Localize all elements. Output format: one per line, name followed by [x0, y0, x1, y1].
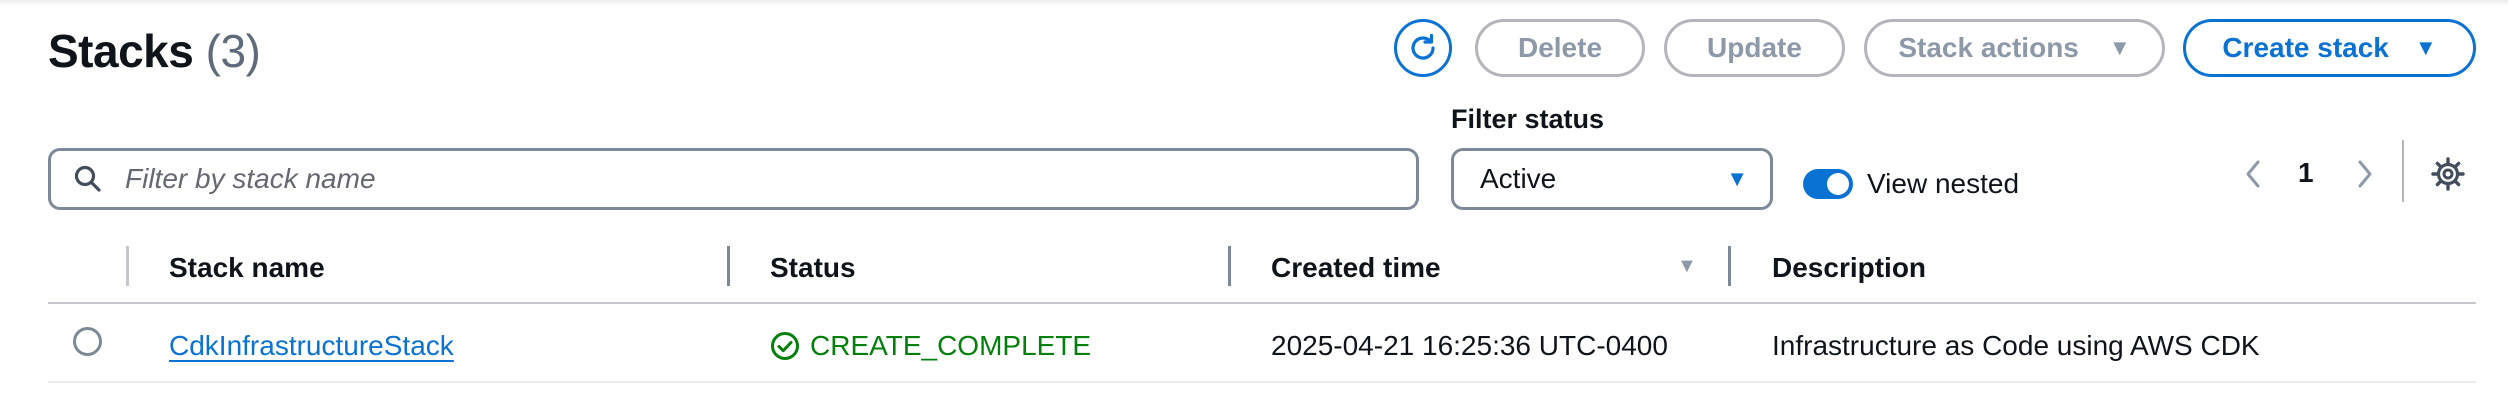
stack-actions-label: Stack actions	[1898, 32, 2079, 63]
row-select-radio[interactable]	[73, 327, 102, 356]
view-nested-toggle[interactable]	[1803, 169, 1853, 199]
stack-actions-button[interactable]: Stack actions ▼	[1864, 19, 2165, 77]
column-header-description[interactable]: Description	[1772, 252, 1926, 284]
preferences-button[interactable]	[2428, 154, 2468, 194]
view-nested-label: View nested	[1867, 168, 2020, 199]
create-stack-label: Create stack	[2222, 32, 2389, 63]
caret-down-icon: ▼	[2414, 35, 2437, 60]
dropdown-caret-icon: ▼	[1726, 166, 1748, 191]
current-page-number[interactable]: 1	[2298, 157, 2314, 189]
column-resizer[interactable]	[727, 246, 730, 286]
next-page-button[interactable]	[2350, 154, 2380, 194]
stack-status-text: CREATE_COMPLETE	[810, 330, 1092, 361]
search-icon	[74, 165, 101, 192]
search-box[interactable]	[48, 148, 1419, 210]
toggle-knob	[1827, 173, 1849, 195]
sort-descending-icon[interactable]: ▼	[1677, 255, 1697, 278]
caret-down-icon: ▼	[2108, 35, 2131, 60]
header-divider	[48, 302, 2476, 304]
column-divider	[126, 246, 129, 286]
delete-button[interactable]: Delete	[1475, 19, 1645, 77]
description-value: Infrastructure as Code using AWS CDK	[1772, 330, 2260, 361]
created-time-value: 2025-04-21 16:25:36 UTC-0400	[1271, 330, 1668, 361]
pagination-divider	[2402, 140, 2404, 202]
column-header-stack-name[interactable]: Stack name	[169, 252, 325, 284]
chevron-left-icon	[2246, 160, 2260, 188]
stack-name-link[interactable]: CdkInfrastructureStack	[169, 330, 454, 362]
refresh-button[interactable]	[1394, 19, 1452, 77]
filter-status-value: Active	[1480, 163, 1557, 194]
gear-icon	[2431, 157, 2465, 191]
column-resizer[interactable]	[1728, 246, 1731, 286]
row-divider	[48, 381, 2476, 383]
stack-status: CREATE_COMPLETE	[770, 330, 1091, 362]
page-title-text: Stacks	[48, 25, 194, 77]
previous-page-button[interactable]	[2238, 154, 2268, 194]
success-check-icon	[771, 332, 799, 360]
filter-status-select[interactable]: Active ▼	[1451, 148, 1773, 210]
column-header-created-time[interactable]: Created time	[1271, 252, 1441, 284]
update-button[interactable]: Update	[1664, 19, 1845, 77]
column-header-status[interactable]: Status	[770, 252, 856, 284]
top-shadow	[0, 0, 2508, 6]
chevron-right-icon	[2358, 160, 2372, 188]
column-resizer[interactable]	[1228, 246, 1231, 286]
filter-status-label: Filter status	[1451, 104, 1605, 134]
delete-button-label: Delete	[1517, 32, 1603, 63]
refresh-icon	[1411, 33, 1435, 60]
update-button-label: Update	[1707, 32, 1802, 63]
create-stack-button[interactable]: Create stack ▼	[2183, 19, 2476, 77]
search-input[interactable]	[123, 162, 1327, 196]
stack-count: (3)	[205, 25, 261, 77]
page-title: Stacks (3)	[48, 24, 261, 78]
